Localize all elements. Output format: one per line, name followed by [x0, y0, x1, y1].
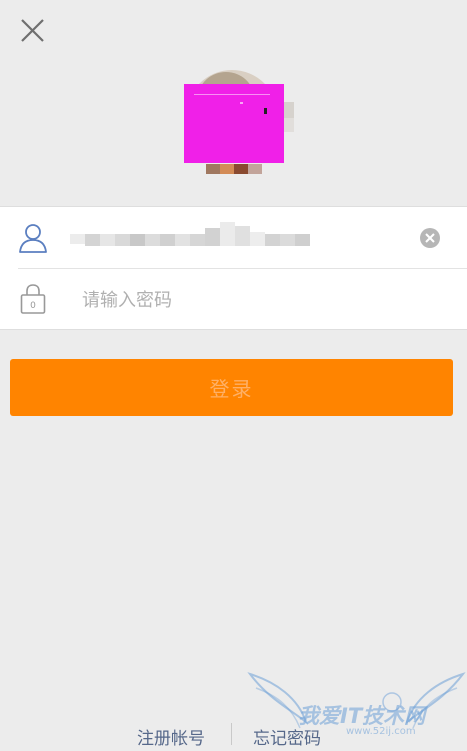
- login-button[interactable]: 登录: [10, 359, 453, 416]
- bottom-links: 注册帐号 忘记密码: [0, 720, 467, 749]
- avatar: [180, 68, 296, 176]
- links-separator: [231, 723, 232, 745]
- register-link[interactable]: 注册帐号: [137, 724, 205, 749]
- user-avatar-icon: [184, 70, 294, 174]
- username-row: [0, 207, 467, 268]
- clear-circle-icon: [425, 233, 435, 243]
- username-input[interactable]: [82, 221, 402, 255]
- svg-text:0: 0: [30, 301, 36, 311]
- user-outline-icon: [18, 222, 48, 254]
- close-x-icon: [21, 19, 44, 42]
- login-form: 0: [0, 206, 467, 330]
- password-input[interactable]: [82, 283, 402, 317]
- close-button[interactable]: [14, 14, 50, 50]
- lock-outline-icon: 0: [18, 283, 48, 315]
- forgot-password-link[interactable]: 忘记密码: [253, 724, 321, 749]
- clear-username-button[interactable]: [420, 228, 440, 248]
- password-row: 0: [0, 269, 467, 330]
